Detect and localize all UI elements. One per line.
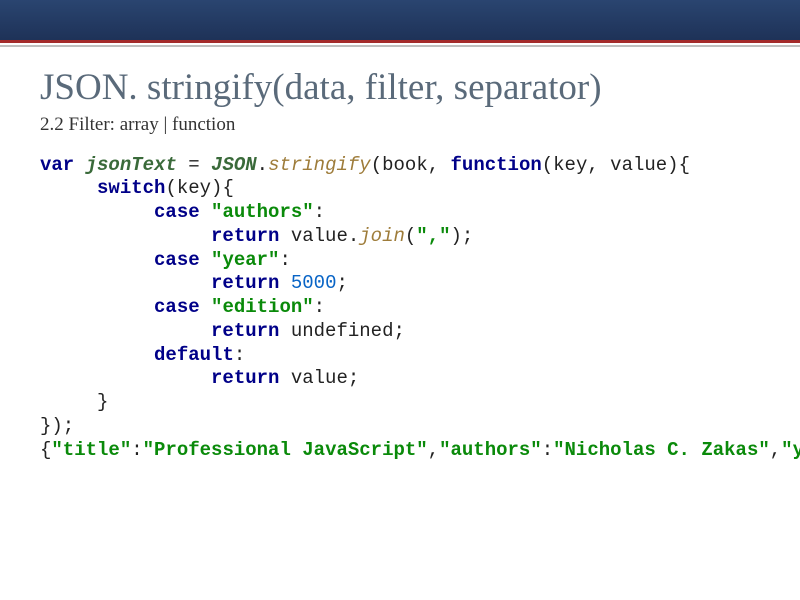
dot: .: [257, 154, 268, 176]
out-authors-val: "Nicholas C. Zakas": [553, 439, 770, 461]
slide-title: JSON. stringify(data, filter, separator): [40, 67, 760, 110]
out-authors-key: "authors": [439, 439, 542, 461]
keyword-function: function: [451, 154, 542, 176]
keyword-case: case: [154, 201, 200, 223]
method-join: join: [359, 225, 405, 247]
op-eq: =: [177, 154, 211, 176]
val-value: value;: [279, 367, 359, 389]
str-edition: "edition": [211, 296, 314, 318]
switch-arg: (key){: [165, 177, 233, 199]
keyword-return: return: [211, 225, 279, 247]
stmt-close: });: [40, 415, 74, 437]
arg-book: book,: [382, 154, 450, 176]
keyword-case: case: [154, 249, 200, 271]
num-5000: 5000: [291, 272, 337, 294]
str-authors: "authors": [211, 201, 314, 223]
fn-stringify: stringify: [268, 154, 371, 176]
var-jsonText: jsonText: [86, 154, 177, 176]
slide-subtitle: 2.2 Filter: array | function: [40, 114, 760, 136]
fn-args: (key, value){: [542, 154, 690, 176]
keyword-var: var: [40, 154, 74, 176]
keyword-default: default: [154, 344, 234, 366]
brace-close: }: [40, 391, 108, 413]
keyword-case: case: [154, 296, 200, 318]
keyword-return: return: [211, 320, 279, 342]
keyword-return: return: [211, 367, 279, 389]
paren-open: (: [371, 154, 382, 176]
out-title-val: "Professional JavaScript": [143, 439, 428, 461]
val-undefined: undefined;: [279, 320, 404, 342]
str-year: "year": [211, 249, 279, 271]
code-block: var jsonText = JSON.stringify(book, func…: [40, 154, 760, 463]
type-json: JSON: [211, 154, 257, 176]
slide-header-bar: [0, 0, 800, 43]
keyword-return: return: [211, 272, 279, 294]
slide-content: JSON. stringify(data, filter, separator)…: [0, 47, 800, 462]
out-year-key: "year": [781, 439, 800, 461]
str-comma: ",": [416, 225, 450, 247]
keyword-switch: switch: [97, 177, 165, 199]
out-title-key: "title": [51, 439, 131, 461]
